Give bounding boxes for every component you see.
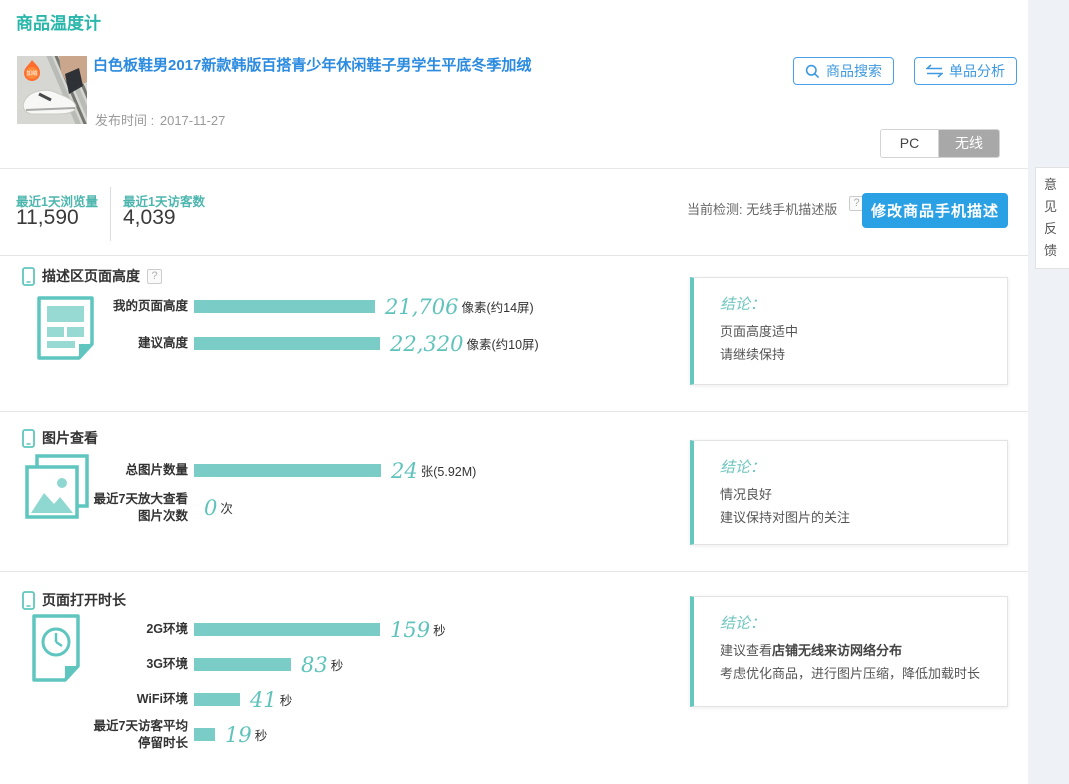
bar-label: 总图片数量 [86, 462, 188, 479]
bar-label: WiFi环境 [86, 691, 188, 708]
conclusion-line: 考虑优化商品，进行图片压缩，降低加载时长 [720, 663, 987, 686]
bar-value: 41 [250, 688, 277, 712]
product-photo: 加绒 [17, 56, 87, 124]
bar-unit: 次 [220, 498, 233, 517]
toggle-pc[interactable]: PC [881, 130, 939, 157]
images-icon [24, 454, 90, 524]
bar-label: 建议高度 [86, 335, 188, 352]
conclusion-box: 结论： 页面高度适中 请继续保持 [690, 277, 1008, 385]
section-image-view-header: 图片查看 [22, 428, 98, 448]
product-thumbnail[interactable]: 加绒 [17, 56, 87, 124]
bar-row: 我的页面高度 21,706 像素(约14屏) [86, 288, 616, 325]
bar-row: WiFi环境 41 秒 [86, 682, 616, 717]
feedback-tab[interactable]: 意见反馈 [1035, 167, 1069, 269]
conclusion-bold-text: 店铺无线来访网络分布 [772, 643, 902, 658]
bar-row: 总图片数量 24 张(5.92M) [86, 452, 616, 489]
single-item-analysis-label: 单品分析 [949, 61, 1005, 81]
bar-unit: 秒 [255, 725, 268, 744]
divider [0, 168, 1028, 169]
bar-row: 建议高度 22,320 像素(约10屏) [86, 325, 616, 362]
bar-unit: 秒 [433, 620, 446, 639]
single-item-analysis-button[interactable]: 单品分析 [914, 57, 1017, 85]
edit-mobile-description-button[interactable]: 修改商品手机描述 [862, 193, 1008, 228]
bar-row: 3G环境 83 秒 [86, 647, 616, 682]
header-actions: 商品搜索 单品分析 [793, 57, 1017, 85]
bar-row: 最近7天访客平均停留时长 19 秒 [86, 717, 616, 752]
views-value: 11,590 [16, 206, 79, 230]
section-page-height-header: 描述区页面高度 ? [22, 266, 162, 286]
section-title: 描述区页面高度 [42, 266, 140, 286]
conclusion-line: 建议查看店铺无线来访网络分布 [720, 640, 987, 663]
help-icon[interactable]: ? [147, 269, 162, 284]
bar-unit: 秒 [331, 655, 344, 674]
bar-label: 最近7天放大查看图片次数 [86, 491, 188, 525]
divider [0, 571, 1028, 572]
load-time-bars: 2G环境 159 秒 3G环境 83 秒 WiFi环境 41 秒 最近7天访客平… [86, 612, 616, 752]
bar-unit: 秒 [280, 690, 293, 709]
bar [194, 337, 380, 350]
publish-date: 2017-11-27 [160, 113, 226, 128]
bar-label: 3G环境 [86, 656, 188, 673]
bar-value: 19 [225, 723, 252, 747]
badge-text: 加绒 [26, 69, 38, 77]
toggle-wireless[interactable]: 无线 [939, 130, 999, 157]
conclusion-title: 结论： [720, 456, 987, 477]
clock-page-icon [31, 614, 81, 682]
bar-value: 21,706 [385, 295, 458, 319]
stat-divider [110, 187, 111, 241]
bar-unit: 张(5.92M) [421, 461, 477, 480]
bar-value: 22,320 [390, 332, 463, 356]
bar-label: 我的页面高度 [86, 298, 188, 315]
bar [194, 693, 240, 706]
section-load-time-header: 页面打开时长 [22, 590, 126, 610]
compare-arrows-icon [926, 64, 943, 78]
platform-toggle: PC 无线 [880, 129, 1000, 158]
conclusion-line: 建议保持对图片的关注 [720, 507, 987, 530]
bar-unit: 像素(约10屏) [466, 334, 538, 353]
conclusion-line: 请继续保持 [720, 344, 987, 367]
bar-value: 0 [204, 496, 217, 520]
bar-unit: 像素(约14屏) [461, 297, 533, 316]
divider [0, 255, 1028, 256]
bar [194, 623, 380, 636]
conclusion-text: 建议查看 [720, 643, 772, 658]
bar [194, 300, 375, 313]
bar [194, 728, 215, 741]
conclusion-box: 结论： 情况良好 建议保持对图片的关注 [690, 440, 1008, 545]
section-title: 页面打开时长 [42, 590, 126, 610]
bar [194, 464, 381, 477]
image-view-bars: 总图片数量 24 张(5.92M) 最近7天放大查看图片次数 0 次 [86, 452, 616, 526]
publish-label: 发布时间 : [95, 113, 154, 128]
phone-icon [22, 267, 35, 286]
conclusion-line: 页面高度适中 [720, 321, 987, 344]
bar-label: 最近7天访客平均停留时长 [86, 718, 188, 752]
product-search-label: 商品搜索 [826, 61, 882, 81]
page-height-bars: 我的页面高度 21,706 像素(约14屏) 建议高度 22,320 像素(约1… [86, 288, 616, 362]
bar-value: 159 [390, 618, 430, 642]
right-gutter [1028, 0, 1069, 784]
product-search-button[interactable]: 商品搜索 [793, 57, 894, 85]
search-icon [805, 64, 820, 79]
bar-label: 2G环境 [86, 621, 188, 638]
section-title: 图片查看 [42, 428, 98, 448]
bar-row: 2G环境 159 秒 [86, 612, 616, 647]
conclusion-title: 结论： [720, 612, 987, 633]
product-title-link[interactable]: 白色板鞋男2017新款韩版百搭青少年休闲鞋子男学生平底冬季加绒 [93, 56, 638, 76]
bar [194, 658, 291, 671]
publish-time: 发布时间 : 2017-11-27 [93, 110, 225, 129]
conclusion-line: 情况良好 [720, 484, 987, 507]
bar-row: 最近7天放大查看图片次数 0 次 [86, 489, 616, 526]
conclusion-box: 结论： 建议查看店铺无线来访网络分布 考虑优化商品，进行图片压缩，降低加载时长 [690, 596, 1008, 707]
bar-value: 24 [391, 459, 418, 483]
phone-icon [22, 429, 35, 448]
bar-value: 83 [301, 653, 328, 677]
page-title: 商品温度计 [16, 9, 101, 34]
detection-status: 当前检测: 无线手机描述版 [687, 199, 837, 218]
conclusion-title: 结论： [720, 293, 987, 314]
phone-icon [22, 591, 35, 610]
divider [0, 411, 1028, 412]
visitors-value: 4,039 [123, 206, 176, 230]
